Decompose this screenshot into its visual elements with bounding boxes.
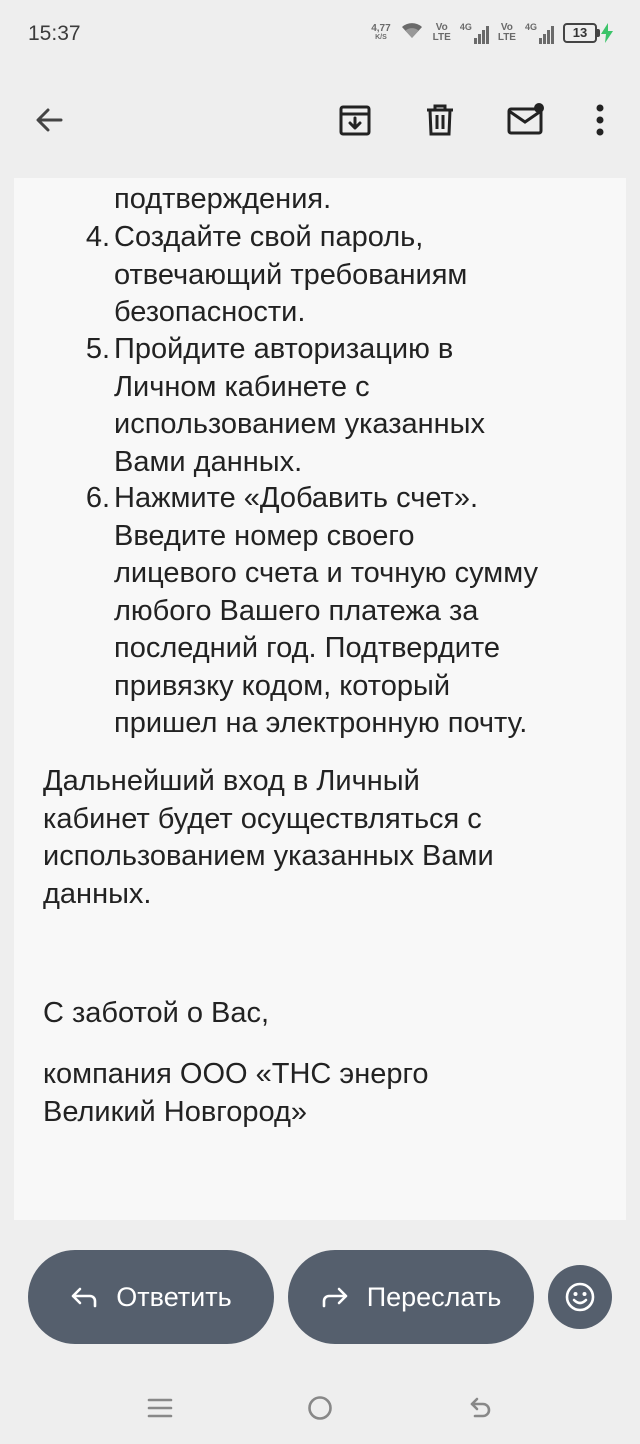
signature-line: компания ООО «ТНС энерго: [43, 1058, 429, 1090]
network-speed: 4,77 K/S: [371, 22, 391, 42]
list-item-number: 5.: [85, 333, 110, 365]
paragraph-line: данных.: [43, 877, 152, 910]
sim2-volte-indicator: Vo LTE: [497, 21, 516, 43]
network-speed-value: 4,77: [371, 22, 391, 34]
charging-icon: [601, 22, 613, 43]
list-item: 4. Создайте свой пароль, отвечающий треб…: [86, 219, 614, 332]
list-item-line: Пройдите авторизацию в: [114, 333, 454, 365]
reply-icon: [71, 1287, 97, 1308]
list-item-line: пришел на электронную почту.: [114, 707, 528, 739]
sim1-network-type: 4G: [459, 21, 472, 32]
mark-unread-icon[interactable]: [498, 92, 554, 148]
sim1-lte-label: LTE: [432, 31, 451, 43]
sim2-lte-label: LTE: [497, 31, 516, 43]
back-arrow-icon[interactable]: [21, 92, 77, 148]
list-item-number: 4.: [85, 221, 110, 253]
sim2-volte-label: Vo: [500, 21, 513, 33]
list-item-line: лицевого счета и точную сумму: [114, 557, 538, 589]
wifi-icon: [400, 20, 424, 45]
sim1-volte-label: Vo: [435, 21, 448, 33]
list-item-number: 6.: [85, 482, 110, 514]
status-bar: 15:37 4,77 K/S Vo LTE 4G Vo LTE 4G 13: [0, 0, 640, 70]
home-icon[interactable]: [300, 1388, 340, 1428]
menu-icon[interactable]: [140, 1388, 180, 1428]
forward-label: Переслать: [366, 1281, 502, 1312]
list-item-line: безопасности.: [114, 296, 306, 328]
list-item: 5. Пройдите авторизацию в Личном кабинет…: [86, 331, 614, 481]
list-item-line: использованием указанных: [114, 408, 485, 440]
archive-icon[interactable]: [327, 92, 383, 148]
paragraph-line: использованием указанных Вами: [43, 840, 494, 872]
list-item: 6. Нажмите «Добавить счет». Введите номе…: [86, 480, 614, 743]
email-actions: Ответить Переслать: [0, 1220, 640, 1370]
battery-level: 13: [563, 22, 597, 43]
more-vertical-icon[interactable]: [572, 92, 628, 148]
emoji-reaction-button[interactable]: [548, 1265, 612, 1329]
list-item-line: Введите номер своего: [114, 519, 415, 552]
status-icons: 4,77 K/S Vo LTE 4G Vo LTE 4G 13: [371, 20, 614, 45]
battery-icon: 13: [563, 22, 614, 43]
list-item-line: привязку кодом, который: [114, 669, 451, 702]
body-paragraph: Дальнейший вход в Личный кабинет будет о…: [43, 763, 613, 913]
back-icon[interactable]: [460, 1388, 500, 1428]
email-body: подтверждения. 4. Создайте свой пароль, …: [14, 178, 626, 1220]
email-toolbar: [0, 70, 640, 178]
sim1-volte-indicator: Vo LTE: [432, 21, 451, 43]
system-navigation-bar: [0, 1370, 640, 1444]
reply-label: Ответить: [116, 1281, 232, 1312]
list-item-line: Создайте свой пароль,: [114, 221, 424, 253]
list-item-line: последний год. Подтвердите: [114, 632, 501, 664]
sim2-signal-icon: 4G: [525, 22, 554, 44]
list-item-line: Личном кабинете с: [114, 370, 370, 403]
paragraph-line: кабинет будет осуществляться с: [43, 802, 482, 835]
network-speed-unit: K/S: [375, 33, 387, 41]
sim1-signal-icon: 4G: [460, 22, 489, 44]
list-item-line: Вами данных.: [114, 445, 303, 478]
list-item-line: отвечающий требованиям: [114, 258, 468, 291]
list-item-line: любого Вашего платежа за: [114, 594, 479, 627]
forward-button[interactable]: Переслать: [288, 1250, 534, 1344]
sim2-network-type: 4G: [524, 21, 537, 32]
clock: 15:37: [28, 22, 81, 45]
list-item-continuation: подтверждения.: [114, 183, 332, 215]
closing-line: С заботой о Вас,: [43, 997, 270, 1029]
reply-button[interactable]: Ответить: [28, 1250, 274, 1344]
smiley-icon: [565, 1282, 595, 1312]
forward-icon: [322, 1287, 348, 1308]
signature-line: Великий Новгород»: [43, 1095, 307, 1128]
signature: компания ООО «ТНС энерго Великий Новгоро…: [43, 1056, 613, 1131]
list-item-line: Нажмите «Добавить счет».: [114, 482, 479, 514]
paragraph-line: Дальнейший вход в Личный: [43, 765, 420, 797]
delete-icon[interactable]: [412, 92, 468, 148]
